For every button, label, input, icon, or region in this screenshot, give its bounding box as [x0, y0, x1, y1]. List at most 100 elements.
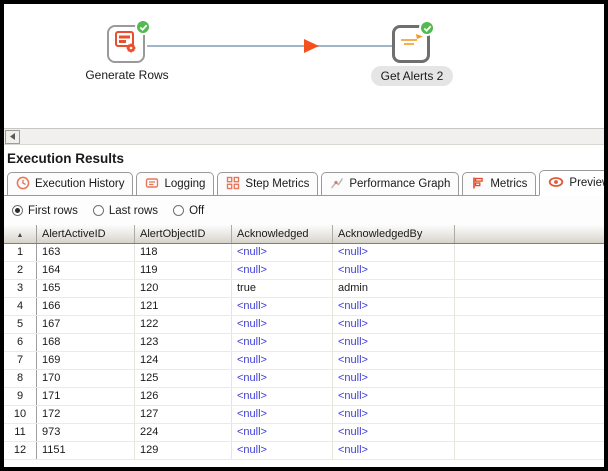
table-cell-empty[interactable] [455, 262, 604, 279]
table-cell[interactable]: <null> [333, 316, 455, 333]
table-cell[interactable]: 121 [135, 298, 232, 315]
row-number-cell[interactable]: 12 [4, 442, 37, 459]
step-generate-rows[interactable] [107, 25, 145, 63]
table-cell[interactable]: admin [333, 280, 455, 297]
table-row[interactable]: 7169124<null><null> [4, 352, 604, 370]
table-cell[interactable]: <null> [333, 388, 455, 405]
table-row[interactable]: 11973224<null><null> [4, 424, 604, 442]
radio-option-off[interactable]: Off [173, 205, 204, 217]
table-cell[interactable]: <null> [232, 424, 333, 441]
table-cell[interactable]: 129 [135, 442, 232, 459]
column-header-acknowledged[interactable]: Acknowledged [232, 225, 333, 243]
row-number-cell[interactable]: 11 [4, 424, 37, 441]
table-row[interactable]: 8170125<null><null> [4, 370, 604, 388]
table-cell[interactable]: 172 [37, 406, 135, 423]
table-cell[interactable]: 171 [37, 388, 135, 405]
table-cell[interactable]: <null> [232, 244, 333, 261]
table-cell[interactable]: 166 [37, 298, 135, 315]
table-cell[interactable]: <null> [232, 406, 333, 423]
table-cell[interactable]: <null> [232, 262, 333, 279]
table-cell[interactable]: <null> [333, 424, 455, 441]
table-cell[interactable]: <null> [232, 442, 333, 459]
table-cell[interactable]: 165 [37, 280, 135, 297]
table-row[interactable]: 9171126<null><null> [4, 388, 604, 406]
table-cell[interactable]: 170 [37, 370, 135, 387]
row-number-header[interactable]: ▲ [4, 225, 37, 243]
row-number-cell[interactable]: 6 [4, 334, 37, 351]
tab-logging[interactable]: Logging [136, 172, 214, 195]
table-cell[interactable]: true [232, 280, 333, 297]
scroll-left-button[interactable] [5, 130, 20, 144]
radio-option-last-rows[interactable]: Last rows [93, 205, 158, 217]
canvas-horizontal-scrollbar[interactable] [4, 128, 604, 145]
row-number-cell[interactable]: 1 [4, 244, 37, 261]
table-cell[interactable]: 120 [135, 280, 232, 297]
table-cell[interactable]: 169 [37, 352, 135, 369]
row-number-cell[interactable]: 5 [4, 316, 37, 333]
row-number-cell[interactable]: 8 [4, 370, 37, 387]
table-cell[interactable]: <null> [333, 262, 455, 279]
table-cell-empty[interactable] [455, 388, 604, 405]
step-label-generate-rows[interactable]: Generate Rows [57, 68, 197, 82]
table-cell[interactable]: <null> [333, 352, 455, 369]
table-cell[interactable]: 1151 [37, 442, 135, 459]
tab-step-metrics[interactable]: Step Metrics [217, 172, 318, 195]
row-number-cell[interactable]: 9 [4, 388, 37, 405]
step-label-get-alerts-2[interactable]: Get Alerts 2 [357, 69, 467, 83]
table-cell[interactable]: 163 [37, 244, 135, 261]
table-cell[interactable]: <null> [232, 388, 333, 405]
table-cell[interactable]: <null> [333, 406, 455, 423]
table-cell[interactable]: <null> [232, 370, 333, 387]
table-cell[interactable]: 164 [37, 262, 135, 279]
table-cell[interactable]: <null> [333, 244, 455, 261]
table-cell[interactable]: <null> [333, 370, 455, 387]
table-cell[interactable]: 123 [135, 334, 232, 351]
table-row[interactable]: 10172127<null><null> [4, 406, 604, 424]
table-cell[interactable]: <null> [333, 298, 455, 315]
tab-performance-graph[interactable]: Performance Graph [321, 172, 459, 195]
table-cell[interactable]: <null> [232, 316, 333, 333]
table-cell-empty[interactable] [455, 316, 604, 333]
table-cell[interactable]: <null> [232, 298, 333, 315]
table-cell-empty[interactable] [455, 244, 604, 261]
table-row[interactable]: 2164119<null><null> [4, 262, 604, 280]
table-cell-empty[interactable] [455, 370, 604, 387]
table-cell[interactable]: 122 [135, 316, 232, 333]
table-cell[interactable]: 125 [135, 370, 232, 387]
table-cell[interactable]: 127 [135, 406, 232, 423]
table-cell[interactable]: 168 [37, 334, 135, 351]
table-row[interactable]: 121151129<null><null> [4, 442, 604, 460]
table-row[interactable]: 4166121<null><null> [4, 298, 604, 316]
row-number-cell[interactable]: 4 [4, 298, 37, 315]
table-cell-empty[interactable] [455, 424, 604, 441]
table-cell[interactable]: 124 [135, 352, 232, 369]
radio-option-first-rows[interactable]: First rows [12, 205, 78, 217]
tab-metrics[interactable]: Metrics [462, 172, 536, 195]
column-header-empty[interactable] [455, 225, 604, 243]
table-cell-empty[interactable] [455, 280, 604, 297]
table-row[interactable]: 5167122<null><null> [4, 316, 604, 334]
table-row[interactable]: 6168123<null><null> [4, 334, 604, 352]
step-get-alerts-2[interactable] [392, 25, 430, 63]
transformation-canvas[interactable]: Generate Rows Get Alerts 2 [4, 4, 604, 128]
tab-execution-history[interactable]: Execution History [7, 172, 133, 195]
table-cell[interactable]: 167 [37, 316, 135, 333]
table-cell[interactable]: 224 [135, 424, 232, 441]
column-header-alertactiveid[interactable]: AlertActiveID [37, 225, 135, 243]
column-header-acknowledgedby[interactable]: AcknowledgedBy [333, 225, 455, 243]
radio-button[interactable] [12, 205, 23, 216]
table-cell[interactable]: <null> [333, 442, 455, 459]
tab-preview-data[interactable]: Preview data [539, 170, 608, 196]
table-cell-empty[interactable] [455, 334, 604, 351]
table-cell[interactable]: <null> [333, 334, 455, 351]
row-number-cell[interactable]: 7 [4, 352, 37, 369]
table-cell[interactable]: <null> [232, 352, 333, 369]
radio-button[interactable] [93, 205, 104, 216]
table-row[interactable]: 1163118<null><null> [4, 244, 604, 262]
table-cell-empty[interactable] [455, 406, 604, 423]
row-number-cell[interactable]: 3 [4, 280, 37, 297]
table-cell[interactable]: 973 [37, 424, 135, 441]
row-number-cell[interactable]: 10 [4, 406, 37, 423]
table-cell-empty[interactable] [455, 352, 604, 369]
table-cell-empty[interactable] [455, 298, 604, 315]
